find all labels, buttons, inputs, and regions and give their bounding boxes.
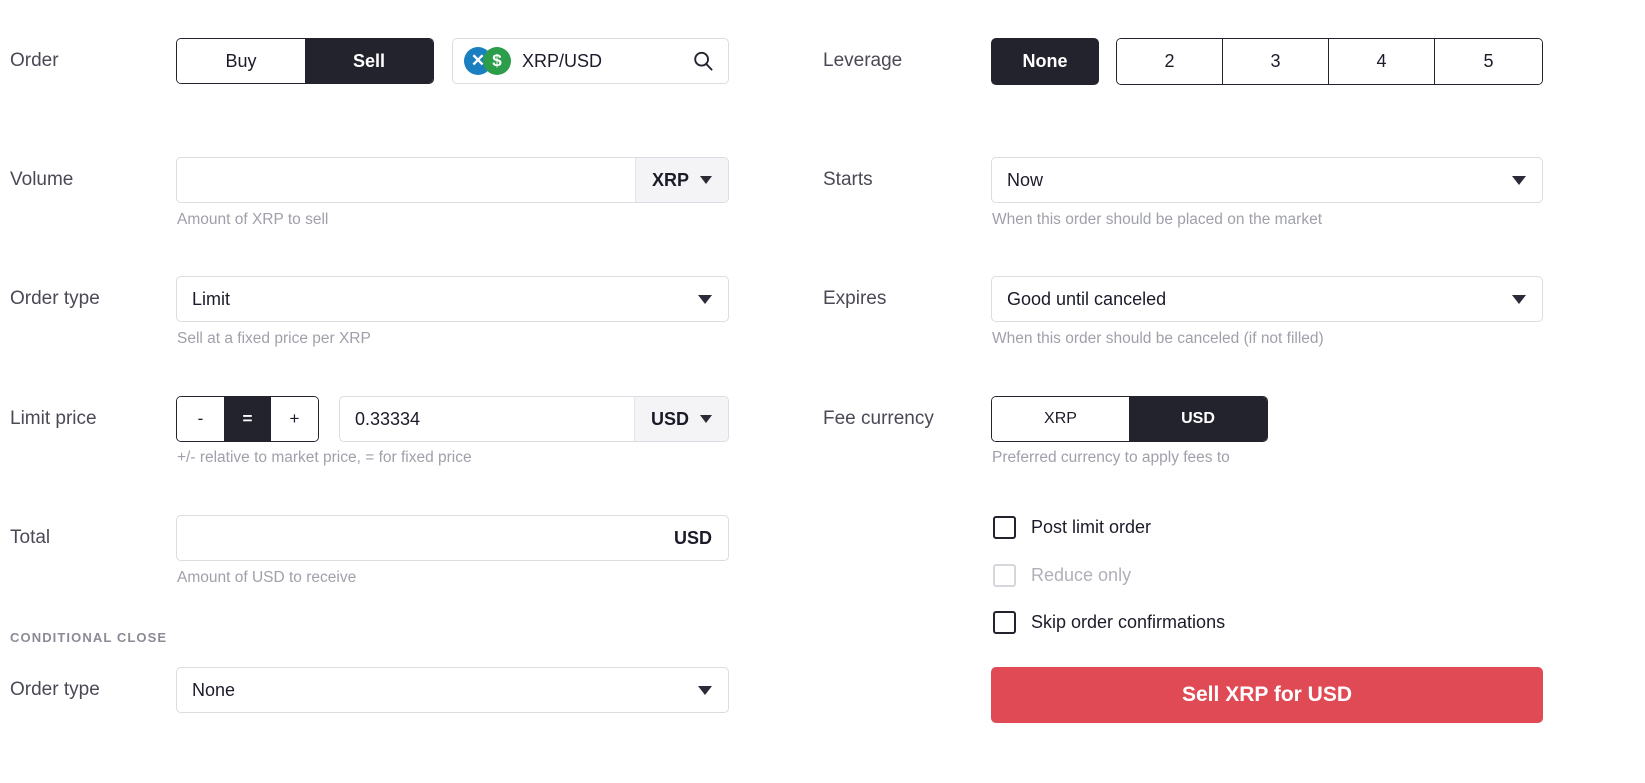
order-label: Order — [10, 50, 59, 71]
limit-price-currency-select[interactable]: USD — [633, 397, 728, 441]
submit-order-button[interactable]: Sell XRP for USD — [991, 667, 1543, 723]
limit-price-minus-button[interactable]: - — [177, 397, 224, 441]
limit-price-label: Limit price — [10, 408, 97, 429]
limit-price-plus-button[interactable]: + — [271, 397, 318, 441]
expires-select[interactable]: Good until canceled — [991, 276, 1543, 322]
total-label: Total — [10, 527, 51, 548]
order-side-toggle[interactable]: Buy Sell — [176, 38, 434, 84]
chevron-down-icon — [698, 685, 712, 695]
limit-price-currency-value: USD — [650, 408, 689, 429]
order-type-value: Limit — [192, 288, 231, 309]
conditional-close-order-type-label: Order type — [10, 679, 100, 700]
leverage-label: Leverage — [823, 50, 903, 71]
expires-hint: When this order should be canceled (if n… — [992, 330, 1324, 347]
leverage-option-4[interactable]: 4 — [1329, 39, 1435, 84]
total-hint: Amount of USD to receive — [177, 569, 357, 586]
fee-currency-xrp[interactable]: XRP — [992, 397, 1129, 441]
chevron-down-icon — [698, 294, 712, 304]
post-limit-order-label: Post limit order — [1031, 517, 1152, 537]
chevron-down-icon — [1512, 294, 1526, 304]
post-limit-order-checkbox[interactable] — [993, 516, 1016, 539]
search-icon[interactable] — [692, 50, 714, 72]
order-side-sell[interactable]: Sell — [305, 39, 433, 83]
starts-hint: When this order should be placed on the … — [992, 211, 1322, 228]
fee-currency-usd[interactable]: USD — [1129, 397, 1267, 441]
expires-label: Expires — [823, 288, 887, 309]
usd-coin-icon: $ — [483, 47, 511, 75]
starts-select[interactable]: Now — [991, 157, 1543, 203]
expires-value: Good until canceled — [1007, 288, 1167, 309]
chevron-down-icon — [700, 176, 712, 184]
limit-price-input[interactable]: 0.33334 — [340, 409, 634, 430]
conditional-close-order-type-select[interactable]: None — [176, 667, 729, 713]
fee-currency-toggle[interactable]: XRP USD — [991, 396, 1268, 442]
volume-hint: Amount of XRP to sell — [177, 211, 329, 228]
limit-price-stepper[interactable]: - = + — [176, 396, 319, 442]
order-type-select[interactable]: Limit — [176, 276, 729, 322]
order-type-hint: Sell at a fixed price per XRP — [177, 330, 371, 347]
order-type-label: Order type — [10, 288, 100, 309]
skip-order-confirmations-label: Skip order confirmations — [1031, 612, 1226, 632]
total-field[interactable]: USD — [176, 515, 729, 561]
leverage-option-2[interactable]: 2 — [1117, 39, 1223, 84]
pair-selector[interactable]: ✕ $ XRP/USD — [452, 38, 729, 84]
volume-label: Volume — [10, 169, 74, 190]
reduce-only-checkbox — [993, 564, 1016, 587]
limit-price-field[interactable]: 0.33334 USD — [339, 396, 729, 442]
chevron-down-icon — [1512, 175, 1526, 185]
starts-value: Now — [1007, 169, 1044, 190]
skip-order-confirmations-checkbox[interactable] — [993, 611, 1016, 634]
conditional-close-order-type-value: None — [192, 679, 236, 700]
post-limit-order-checkbox-row[interactable]: Post limit order — [993, 516, 1151, 539]
limit-price-hint: +/- relative to market price, = for fixe… — [177, 449, 472, 466]
pair-name: XRP/USD — [522, 50, 603, 71]
fee-currency-hint: Preferred currency to apply fees to — [992, 449, 1230, 466]
starts-label: Starts — [823, 169, 873, 190]
pair-icons: ✕ $ — [464, 47, 511, 75]
reduce-only-label: Reduce only — [1031, 565, 1132, 585]
reduce-only-checkbox-row: Reduce only — [993, 564, 1131, 587]
limit-price-equals-button[interactable]: = — [224, 397, 271, 441]
fee-currency-label: Fee currency — [823, 408, 934, 429]
volume-currency-select[interactable]: XRP — [634, 158, 728, 202]
conditional-close-title: CONDITIONAL CLOSE — [10, 630, 168, 645]
chevron-down-icon — [700, 415, 712, 423]
leverage-option-3[interactable]: 3 — [1223, 39, 1329, 84]
volume-currency-value: XRP — [651, 169, 689, 190]
volume-field[interactable]: XRP — [176, 157, 729, 203]
skip-order-confirmations-checkbox-row[interactable]: Skip order confirmations — [993, 611, 1225, 634]
order-side-buy[interactable]: Buy — [177, 39, 305, 83]
order-form: Order Buy Sell ✕ $ XRP/USD Leverage None… — [0, 0, 1645, 783]
total-currency: USD — [673, 527, 712, 548]
leverage-option-none[interactable]: None — [991, 38, 1099, 85]
leverage-option-5[interactable]: 5 — [1435, 39, 1542, 84]
leverage-options[interactable]: 2 3 4 5 — [1116, 38, 1543, 85]
